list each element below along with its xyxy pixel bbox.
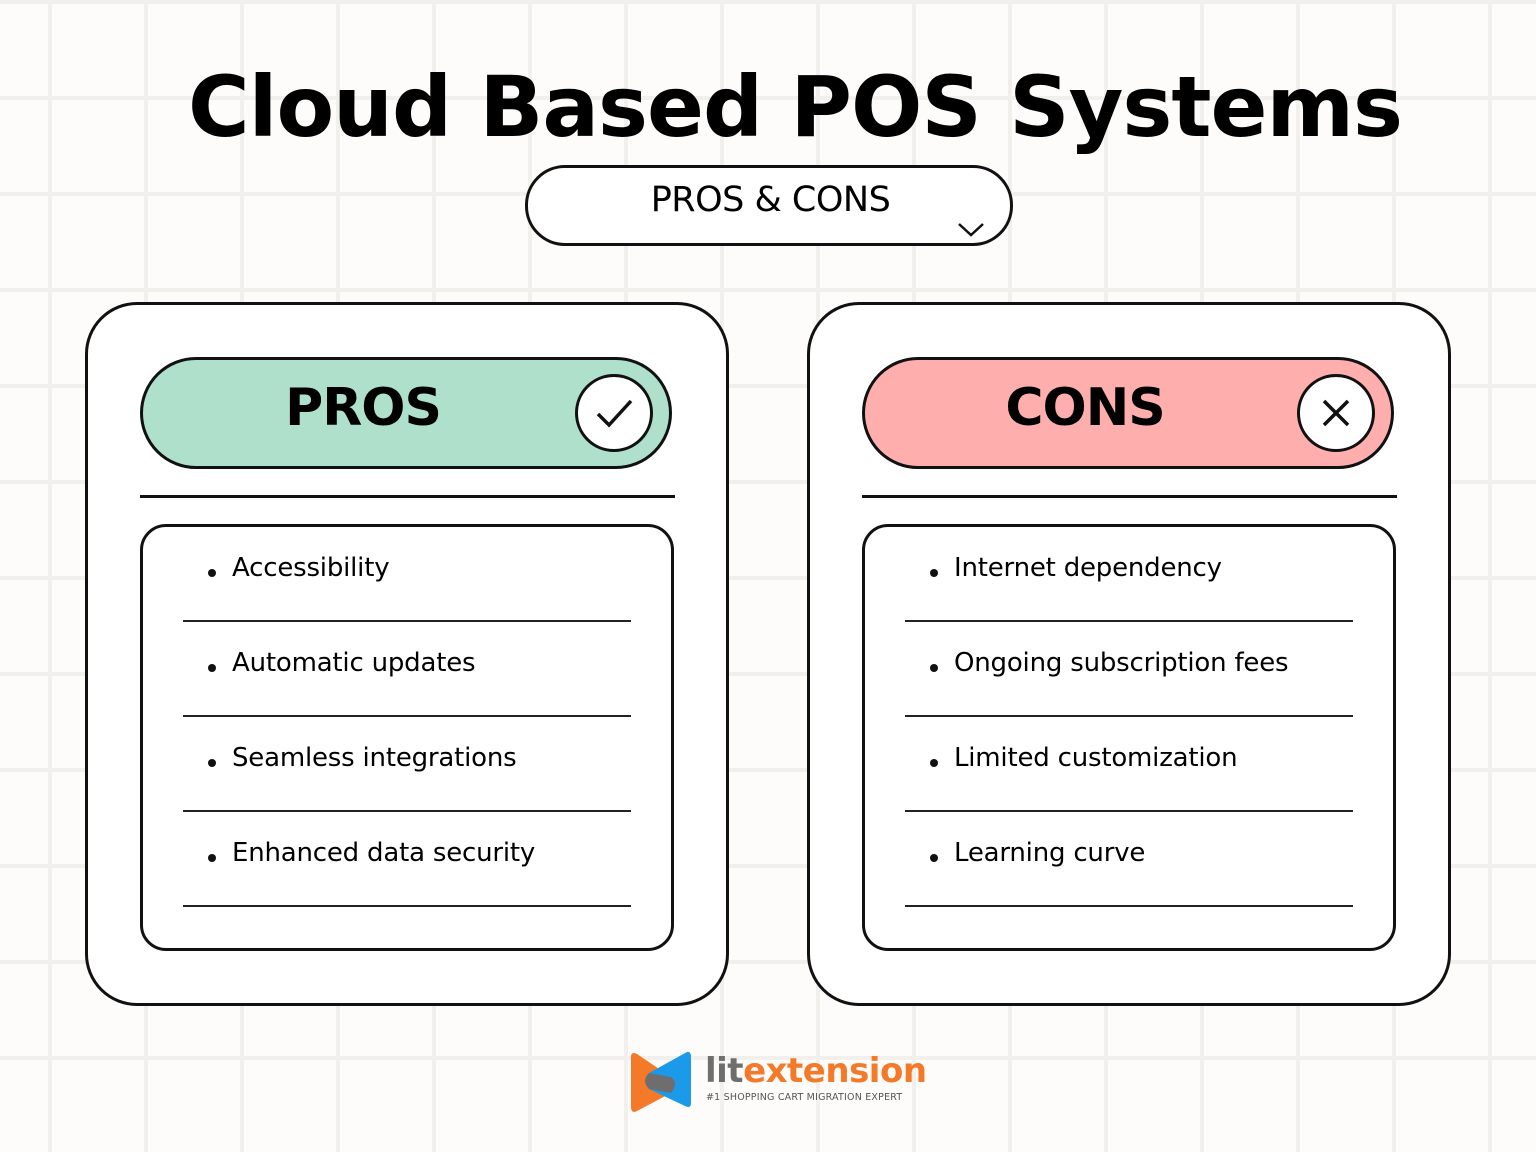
cons-icon-circle: [1297, 374, 1375, 452]
pros-cons-pill: PROS & CONS: [525, 165, 1013, 246]
list-item-label: Learning curve: [954, 838, 1146, 868]
list-item: Limited customization: [905, 717, 1353, 812]
bullet-icon: [930, 854, 938, 862]
checkmark-icon: [596, 399, 633, 428]
cons-header-label: CONS: [1005, 378, 1165, 438]
cons-divider: [862, 495, 1397, 498]
cons-list: Internet dependency Ongoing subscription…: [862, 524, 1396, 951]
row-divider: [905, 905, 1353, 907]
list-item: Seamless integrations: [183, 717, 631, 812]
bullet-icon: [930, 664, 938, 672]
list-item-label: Internet dependency: [954, 553, 1222, 583]
bullet-icon: [930, 569, 938, 577]
list-item-label: Accessibility: [232, 553, 390, 583]
list-item-label: Ongoing subscription fees: [954, 648, 1289, 678]
list-item: Automatic updates: [183, 622, 631, 717]
logo-word-lit: lit: [705, 1051, 744, 1091]
bullet-icon: [208, 569, 216, 577]
pros-header-label: PROS: [285, 378, 442, 438]
row-divider: [183, 905, 631, 907]
cons-card: CONS Internet dependency Ongoing subscri…: [807, 302, 1451, 1006]
list-item: Enhanced data security: [183, 812, 631, 907]
bullet-icon: [208, 664, 216, 672]
bullet-icon: [930, 759, 938, 767]
list-item-label: Automatic updates: [232, 648, 476, 678]
logo-tagline: #1 SHOPPING CART MIGRATION EXPERT: [706, 1092, 903, 1103]
logo-word-extension: extension: [743, 1051, 927, 1091]
list-item-label: Seamless integrations: [232, 743, 517, 773]
list-item: Accessibility: [183, 527, 631, 622]
bullet-icon: [208, 854, 216, 862]
pill-label: PROS & CONS: [650, 180, 891, 220]
x-icon: [1322, 399, 1350, 427]
list-item-label: Enhanced data security: [232, 838, 536, 868]
cons-header: CONS: [862, 357, 1394, 469]
pros-divider: [140, 495, 675, 498]
litextension-logo-icon: [631, 1051, 691, 1112]
list-item: Ongoing subscription fees: [905, 622, 1353, 717]
pros-card: PROS Accessibility Automatic updates Sea…: [85, 302, 729, 1006]
pros-list: Accessibility Automatic updates Seamless…: [140, 524, 674, 951]
pros-icon-circle: [575, 374, 653, 452]
list-item-label: Limited customization: [954, 743, 1238, 773]
litextension-logo: litextension #1 SHOPPING CART MIGRATION …: [627, 1049, 927, 1115]
bullet-icon: [208, 759, 216, 767]
page-title: Cloud Based POS Systems: [188, 58, 1403, 156]
list-item: Internet dependency: [905, 527, 1353, 622]
logo-wordmark: litextension: [705, 1051, 927, 1091]
list-item: Learning curve: [905, 812, 1353, 907]
chevron-down-icon: [958, 223, 984, 237]
pros-header: PROS: [140, 357, 672, 469]
